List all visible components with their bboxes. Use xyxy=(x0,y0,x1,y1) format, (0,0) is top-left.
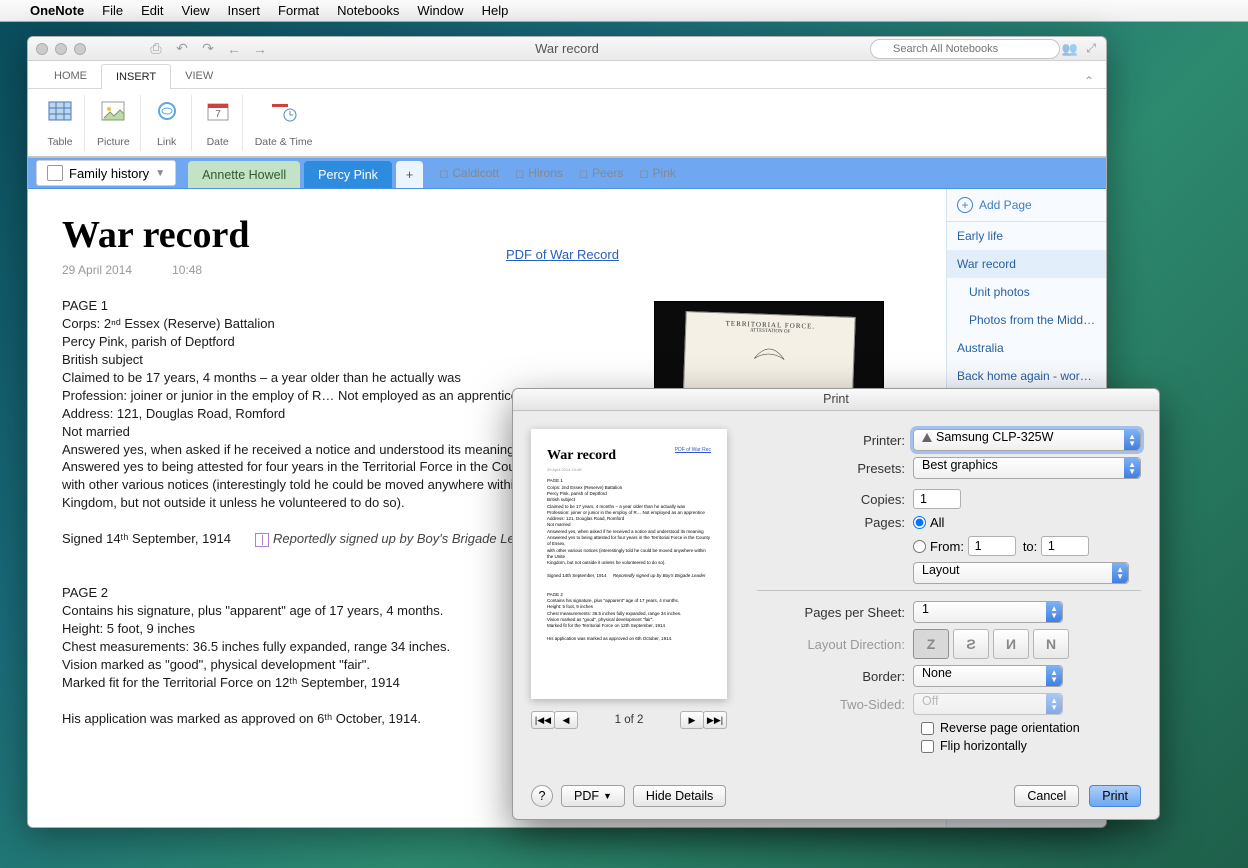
sidebar-item[interactable]: Australia xyxy=(947,334,1106,362)
layout-dir-4[interactable]: N xyxy=(1033,629,1069,659)
ribbon-date[interactable]: 7 Date xyxy=(194,95,243,151)
collapse-ribbon-icon[interactable]: ⌃ xyxy=(1084,74,1094,88)
ribbon: Table Picture Link 7 Date Date & Time xyxy=(28,89,1106,157)
menu-format[interactable]: Format xyxy=(278,3,319,18)
pdf-link[interactable]: PDF of War Record xyxy=(506,247,619,262)
tag-icon xyxy=(255,533,269,547)
layout-dir-1[interactable]: Z xyxy=(913,629,949,659)
pages-all-radio[interactable] xyxy=(913,516,926,529)
page-count: 1 of 2 xyxy=(615,714,644,726)
copies-input[interactable] xyxy=(913,489,961,509)
reverse-checkbox[interactable] xyxy=(921,722,934,735)
ribbon-table[interactable]: Table xyxy=(36,95,85,151)
print-button[interactable]: Print xyxy=(1089,785,1141,807)
page-meta: 29 April 201410:48 xyxy=(62,263,912,277)
layout-dir-2[interactable]: Ƨ xyxy=(953,629,989,659)
share-icon[interactable]: 👥 xyxy=(1062,41,1078,57)
layout-dir-3[interactable]: И xyxy=(993,629,1029,659)
sidebar-item[interactable]: Back home again - worki... xyxy=(947,362,1106,390)
link-pink[interactable]: ◻Pink xyxy=(639,166,675,180)
sidebar-item[interactable]: Unit photos xyxy=(947,278,1106,306)
menu-file[interactable]: File xyxy=(102,3,123,18)
menu-view[interactable]: View xyxy=(182,3,210,18)
sidebar-item[interactable]: Early life xyxy=(947,222,1106,250)
fullscreen-icon[interactable]: ⤢ xyxy=(1086,41,1096,56)
pdf-button[interactable]: PDF ▼ xyxy=(561,785,625,807)
section-bar: Family history ▼ Annette Howell Percy Pi… xyxy=(28,157,1106,189)
section-tab-percy[interactable]: Percy Pink xyxy=(304,161,392,188)
tab-insert[interactable]: INSERT xyxy=(101,64,171,89)
cancel-button[interactable]: Cancel xyxy=(1014,785,1079,807)
menu-insert[interactable]: Insert xyxy=(227,3,260,18)
section-tab-annette[interactable]: Annette Howell xyxy=(188,161,300,188)
warning-icon xyxy=(922,433,932,442)
sidebar-item[interactable]: War record xyxy=(947,250,1106,278)
notebook-icon xyxy=(47,165,63,181)
twosided-select[interactable]: Off▲▼ xyxy=(913,693,1063,715)
section-tab-add[interactable]: + xyxy=(396,161,423,188)
tab-view[interactable]: VIEW xyxy=(171,64,227,88)
link-hirons[interactable]: ◻Hirons xyxy=(515,166,563,180)
ribbon-link[interactable]: Link xyxy=(143,95,192,151)
tab-home[interactable]: HOME xyxy=(40,64,101,88)
printer-select[interactable]: Samsung CLP-325W▲▼ xyxy=(913,429,1141,451)
ribbon-picture[interactable]: Picture xyxy=(87,95,141,151)
macos-menubar: OneNote File Edit View Insert Format Not… xyxy=(0,0,1248,22)
last-page-button[interactable]: ▶▶| xyxy=(703,711,727,729)
svg-text:7: 7 xyxy=(215,109,221,120)
ribbon-tabs: HOME INSERT VIEW ⌃ xyxy=(28,61,1106,89)
sidebar-item[interactable]: Photos from the Middle... xyxy=(947,306,1106,334)
pages-range-radio[interactable] xyxy=(913,540,926,553)
link-caldicott[interactable]: ◻Caldicott xyxy=(439,166,499,180)
print-dialog-title: Print xyxy=(513,389,1159,411)
to-input[interactable] xyxy=(1041,536,1089,556)
print-dialog: Print War recordPDF of War Rec 29 April … xyxy=(512,388,1160,820)
next-page-button[interactable]: ▶ xyxy=(680,711,704,729)
hide-details-button[interactable]: Hide Details xyxy=(633,785,726,807)
notebook-selector[interactable]: Family history ▼ xyxy=(36,160,176,186)
menu-window[interactable]: Window xyxy=(417,3,463,18)
app-name[interactable]: OneNote xyxy=(30,3,84,18)
page-title: War record xyxy=(62,213,912,257)
link-peers[interactable]: ◻Peers xyxy=(579,166,624,180)
print-settings: Printer: Samsung CLP-325W▲▼ Presets: Bes… xyxy=(757,429,1141,757)
add-page-button[interactable]: + Add Page xyxy=(947,189,1106,222)
menu-help[interactable]: Help xyxy=(482,3,509,18)
plus-icon: + xyxy=(957,197,973,213)
options-select[interactable]: Layout▲▼ xyxy=(913,562,1129,584)
menu-edit[interactable]: Edit xyxy=(141,3,163,18)
print-preview: War recordPDF of War Rec 29 April 2014 1… xyxy=(531,429,727,757)
border-select[interactable]: None▲▼ xyxy=(913,665,1063,687)
search-input[interactable] xyxy=(870,39,1060,59)
first-page-button[interactable]: |◀◀ xyxy=(531,711,555,729)
prev-page-button[interactable]: ◀ xyxy=(554,711,578,729)
flip-checkbox[interactable] xyxy=(921,740,934,753)
ribbon-datetime[interactable]: Date & Time xyxy=(245,95,323,151)
menu-notebooks[interactable]: Notebooks xyxy=(337,3,399,18)
titlebar: ⎙ ↶ ↷ ← → War record 👥 ⤢ xyxy=(28,37,1106,61)
pps-select[interactable]: 1▲▼ xyxy=(913,601,1063,623)
from-input[interactable] xyxy=(968,536,1016,556)
presets-select[interactable]: Best graphics▲▼ xyxy=(913,457,1141,479)
help-button[interactable]: ? xyxy=(531,785,553,807)
